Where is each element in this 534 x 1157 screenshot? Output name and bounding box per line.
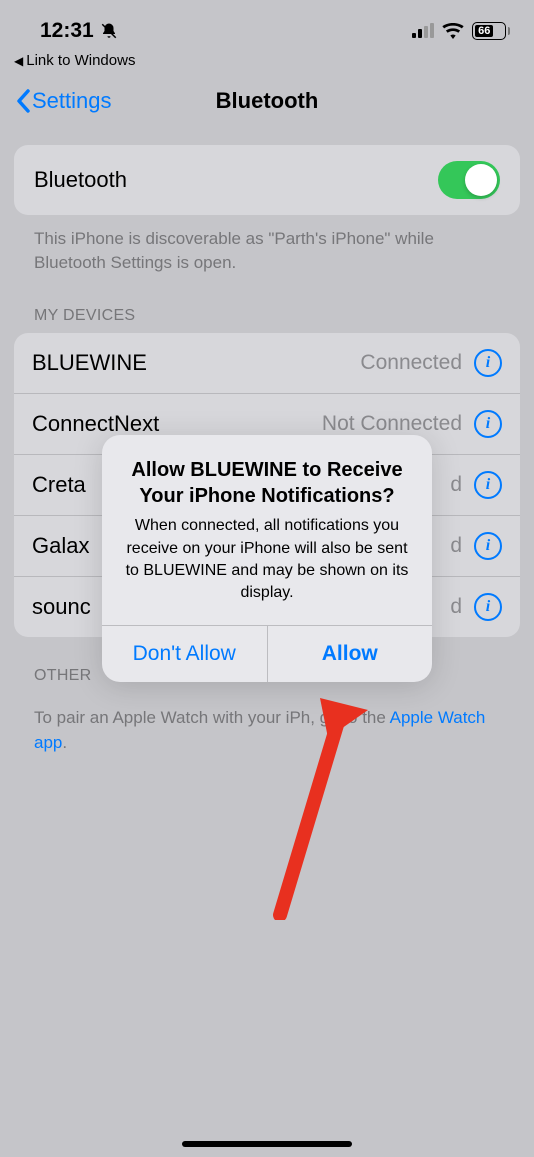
back-label: Settings — [32, 88, 112, 114]
status-bar: 12:31 66 — [0, 0, 534, 50]
info-icon[interactable]: i — [474, 532, 502, 560]
status-time: 12:31 — [40, 19, 94, 43]
device-row[interactable]: BLUEWINE Connected i — [14, 333, 520, 394]
device-name: sounc — [32, 594, 91, 620]
status-left: 12:31 — [40, 19, 118, 43]
bluetooth-toggle-card: Bluetooth — [14, 145, 520, 215]
device-status: d — [450, 473, 462, 497]
device-status: Connected — [360, 351, 462, 375]
allow-button[interactable]: Allow — [268, 626, 433, 682]
info-icon[interactable]: i — [474, 349, 502, 377]
discoverable-hint: This iPhone is discoverable as "Parth's … — [14, 215, 520, 295]
device-name: Galax — [32, 533, 89, 559]
back-button[interactable]: Settings — [16, 88, 112, 114]
dont-allow-button[interactable]: Don't Allow — [102, 626, 268, 682]
wifi-icon — [442, 23, 464, 39]
device-name: ConnectNext — [32, 411, 159, 437]
device-name: BLUEWINE — [32, 350, 147, 376]
modal-title: Allow BLUEWINE to Receive Your iPhone No… — [122, 457, 412, 509]
caret-left-icon: ◀ — [14, 54, 23, 68]
breadcrumb[interactable]: ◀ Link to Windows — [0, 50, 534, 77]
toggle-knob — [465, 164, 497, 196]
silent-icon — [100, 22, 118, 40]
status-right: 66 — [412, 22, 510, 40]
pair-watch-hint: To pair an Apple Watch with your iPh, go… — [14, 693, 520, 768]
nav-header: Settings Bluetooth — [0, 77, 534, 125]
bluetooth-toggle[interactable] — [438, 161, 500, 199]
page-title: Bluetooth — [216, 88, 319, 114]
battery-icon: 66 — [472, 22, 510, 40]
modal-text: When connected, all notifications you re… — [122, 515, 412, 605]
device-status: d — [450, 534, 462, 558]
info-icon[interactable]: i — [474, 410, 502, 438]
bluetooth-label: Bluetooth — [34, 167, 127, 193]
bluetooth-toggle-row: Bluetooth — [14, 145, 520, 215]
info-icon[interactable]: i — [474, 471, 502, 499]
cellular-signal-icon — [412, 24, 434, 38]
notification-permission-modal: Allow BLUEWINE to Receive Your iPhone No… — [102, 435, 432, 682]
info-icon[interactable]: i — [474, 593, 502, 621]
home-indicator[interactable] — [182, 1141, 352, 1147]
breadcrumb-label: Link to Windows — [26, 52, 135, 69]
my-devices-label: MY DEVICES — [14, 295, 520, 333]
device-name: Creta — [32, 472, 86, 498]
device-status: d — [450, 595, 462, 619]
chevron-left-icon — [16, 89, 30, 113]
device-status: Not Connected — [322, 412, 462, 436]
